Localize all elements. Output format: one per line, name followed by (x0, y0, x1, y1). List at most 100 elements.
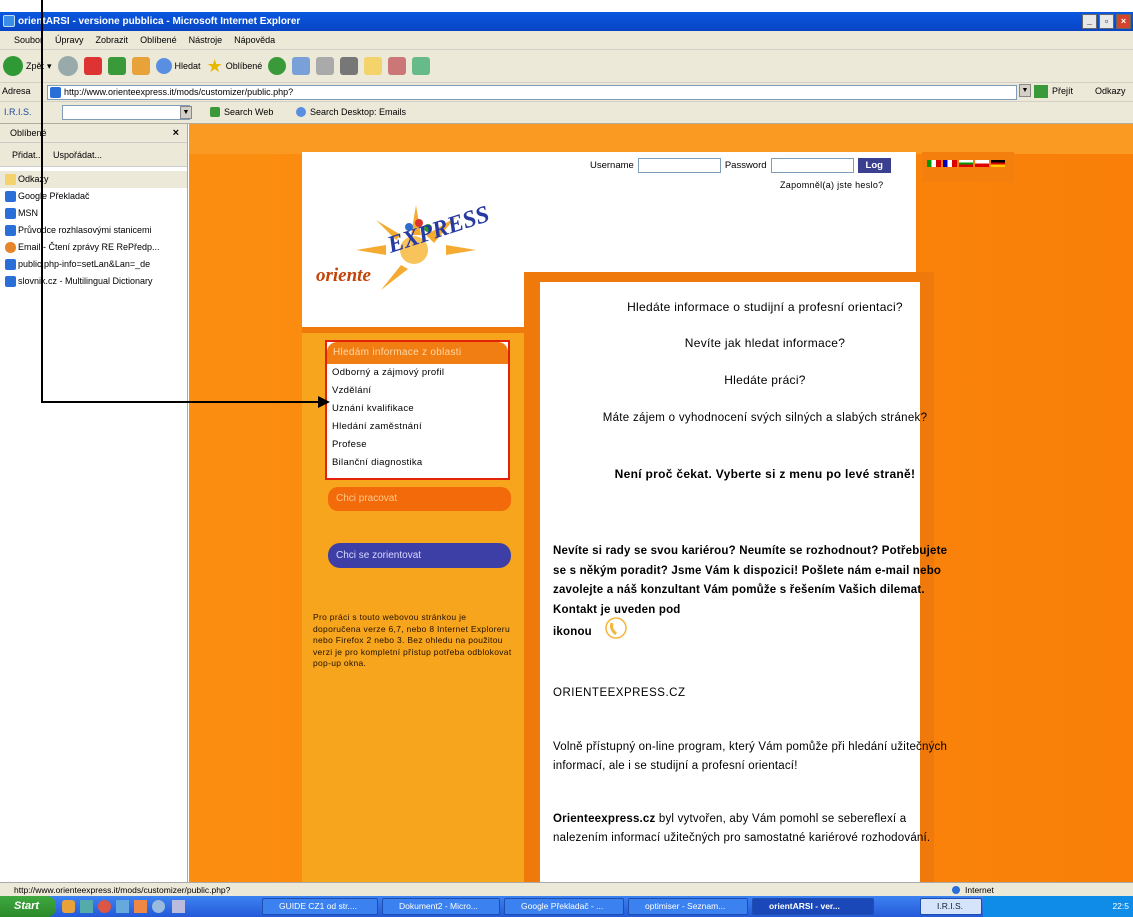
want-to-work-button[interactable]: Chci pracovat (328, 487, 511, 511)
phone-icon[interactable] (604, 616, 628, 640)
program-description: Volně přístupný on-line program, který V… (553, 741, 948, 772)
back-arrow-icon (3, 56, 23, 76)
maximize-button[interactable]: ▫ (1099, 14, 1114, 29)
sidebar-tools: Přidat... Uspořádat... (0, 143, 187, 167)
status-bar: http://www.orienteexpress.it/mods/custom… (0, 882, 1133, 896)
quicklaunch-icon[interactable] (172, 900, 185, 913)
username-input[interactable] (637, 158, 721, 173)
address-input[interactable]: http://www.orienteexpress.it/mods/custom… (47, 85, 1017, 100)
search-desktop-button[interactable]: Search Desktop: Emails (310, 107, 406, 117)
search-button[interactable]: Hledat (155, 58, 201, 74)
star-icon: ★ (206, 55, 223, 76)
print-button[interactable] (316, 57, 335, 75)
quicklaunch-icon[interactable] (116, 900, 129, 913)
go-button[interactable]: Přejít (1052, 86, 1073, 96)
logo-text-oriente: oriente (316, 265, 371, 286)
menu-help[interactable]: Nápověda (234, 35, 275, 45)
iris-dropdown-button[interactable]: ▼ (180, 106, 192, 119)
question-3: Hledáte práci? (724, 373, 806, 387)
page-icon (5, 259, 16, 270)
add-favorite-button[interactable]: Přidat... (12, 150, 43, 160)
quicklaunch-icon[interactable] (80, 900, 93, 913)
folder-icon (5, 174, 16, 185)
quicklaunch-icon[interactable] (152, 900, 165, 913)
messenger-button[interactable] (412, 57, 431, 75)
favorite-item-links[interactable]: Odkazy (0, 171, 187, 188)
internet-zone-icon (952, 886, 960, 894)
menu-file[interactable]: Soubor (14, 35, 43, 45)
menu-item-qualification[interactable]: Uznání kvalifikace (327, 400, 508, 418)
menu-item-diagnostics[interactable]: Bilanční diagnostika (327, 454, 508, 472)
quicklaunch-icon[interactable] (98, 900, 111, 913)
favorites-sidebar: Oblíbené × Přidat... Uspořádat... Odkazy… (0, 124, 188, 909)
favorites-button[interactable]: ★ Oblíbené (207, 56, 263, 77)
mail-icon (5, 242, 16, 253)
mail-button[interactable] (292, 57, 311, 75)
iris-search-input[interactable] (62, 105, 190, 120)
menu-item-education[interactable]: Vzdělání (327, 382, 508, 400)
menu-tools[interactable]: Nástroje (189, 35, 223, 45)
history-button[interactable] (268, 57, 287, 75)
standard-toolbar: Zpět ▾ Hledat ★ Oblíbené (0, 50, 1133, 83)
flag-czech-icon[interactable] (975, 160, 989, 167)
stop-button[interactable] (83, 57, 102, 75)
links-button[interactable]: Odkazy (1095, 86, 1126, 96)
forward-button[interactable] (57, 56, 78, 76)
search-web-button[interactable]: Search Web (224, 107, 273, 117)
flag-france-icon[interactable] (943, 160, 957, 167)
call-to-action: Není proč čekat. Vyberte si z menu po le… (614, 467, 916, 481)
career-paragraph: Nevíte si rady se svou kariérou? Neumíte… (553, 545, 948, 616)
close-button[interactable]: × (1116, 14, 1131, 29)
organize-favorites-button[interactable]: Uspořádat... (53, 150, 102, 160)
favorite-item[interactable]: MSN (0, 205, 187, 222)
password-input[interactable] (770, 158, 854, 173)
taskbar-item[interactable]: GUIDE CZ1 od str.... (262, 898, 378, 915)
window-title: orientARSI - versione pubblica - Microso… (18, 16, 301, 27)
favorite-item[interactable]: Email - Čtení zprávy RE RePředp... (0, 239, 187, 256)
menu-favorites[interactable]: Oblíbené (140, 35, 177, 45)
menu-edit[interactable]: Úpravy (55, 35, 84, 45)
question-2: Nevíte jak hledat informace? (684, 336, 846, 350)
taskbar-item[interactable]: Google Překladač - ... (504, 898, 624, 915)
taskbar-item[interactable]: Dokument2 - Micro... (382, 898, 500, 915)
flag-bulgaria-icon[interactable] (959, 160, 973, 167)
taskbar-item[interactable]: optimiser - Seznam... (628, 898, 748, 915)
menu-item-profile[interactable]: Odborný a zájmový profil (327, 364, 508, 382)
page-icon (5, 208, 16, 219)
page-icon (50, 87, 61, 98)
system-tray: 22:5 (983, 896, 1133, 917)
search-web-icon (210, 107, 220, 117)
favorite-item[interactable]: Průvodce rozhlasovými stanicemi (0, 222, 187, 239)
home-button[interactable] (131, 57, 150, 75)
orient-button[interactable]: Chci se zorientovat (328, 543, 511, 568)
sidebar-close-icon[interactable]: × (173, 124, 179, 143)
edit-button[interactable] (340, 57, 359, 75)
favorite-item[interactable]: slovnik.cz - Multilingual Dictionary (0, 273, 187, 290)
menu-item-professions[interactable]: Profese (327, 436, 508, 454)
annotation-arrow-vertical (41, 0, 43, 402)
favorite-item[interactable]: public.php-info=setLan&Lan=_de (0, 256, 187, 273)
research-button[interactable] (388, 57, 407, 75)
log-button[interactable]: Log (857, 158, 891, 173)
taskbar-item-iris[interactable]: I.R.I.S. (920, 898, 982, 915)
minimize-button[interactable]: _ (1082, 14, 1097, 29)
favorite-item[interactable]: Google Překladač (0, 188, 187, 205)
go-arrow-icon[interactable] (1034, 85, 1048, 98)
taskbar-item-active[interactable]: orientARSI - ver... (752, 898, 874, 915)
flag-italy-icon[interactable] (927, 160, 941, 167)
forgot-password-link[interactable]: Zapomněl(a) jste heslo? (780, 180, 883, 190)
menu-view[interactable]: Zobrazit (96, 35, 129, 45)
browser-note: Pro práci s touto webovou stránkou je do… (313, 612, 512, 668)
quicklaunch-icon[interactable] (62, 900, 75, 913)
start-button[interactable]: Start (0, 896, 56, 917)
iris-menu[interactable]: I.R.I.S. (4, 107, 32, 117)
back-button[interactable]: Zpět ▾ (3, 56, 52, 76)
menu-item-job-search[interactable]: Hledání zaměstnání (327, 418, 508, 436)
status-url: http://www.orienteexpress.it/mods/custom… (14, 885, 231, 895)
folder-button[interactable] (364, 57, 383, 75)
refresh-button[interactable] (107, 57, 126, 75)
page-icon (5, 191, 16, 202)
address-dropdown-button[interactable]: ▼ (1019, 84, 1031, 97)
quicklaunch-icon[interactable] (134, 900, 147, 913)
flag-germany-icon[interactable] (991, 160, 1005, 167)
